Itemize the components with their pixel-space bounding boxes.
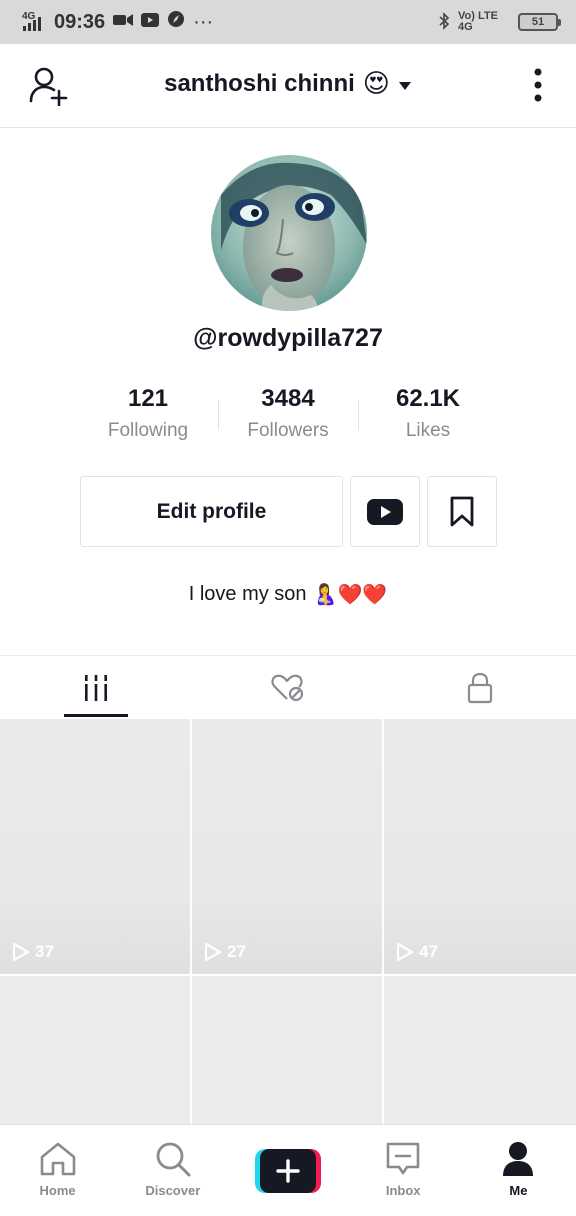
profile-username: @rowdypilla727 [193,324,383,352]
play-icon [396,942,414,962]
youtube-icon [367,498,403,525]
view-count: 37 [12,942,54,962]
caret-down-icon [398,70,412,98]
nav-home[interactable]: Home [0,1125,115,1216]
bookmark-icon [450,496,474,526]
plus-icon [276,1159,300,1183]
nav-me[interactable]: Me [461,1125,576,1216]
video-thumbnail[interactable]: 37 [0,719,190,974]
profile-bio: I love my son 🤱❤️❤️ [0,582,576,607]
profile-header: santhoshi chinni 😍 [0,44,576,128]
youtube-status-icon [141,11,160,33]
view-count-value: 37 [35,942,54,961]
create-button[interactable] [255,1149,321,1193]
view-count: 27 [204,942,246,962]
tab-liked[interactable] [192,656,384,719]
profile-actions: Edit profile [80,476,497,547]
stat-value: 121 [127,385,169,412]
video-thumbnail[interactable] [384,976,576,1126]
lock-icon [467,672,493,703]
play-icon [204,942,222,962]
battery-indicator: 51 [518,13,561,31]
stat-label: Following [107,420,189,441]
video-thumbnail[interactable]: 47 [384,719,576,974]
more-options-button[interactable] [526,66,550,106]
stat-likes[interactable]: 62.1K Likes [358,384,498,454]
status-bar: 4G 09:36 ··· Vo) LTE 4G 51 [0,0,576,44]
view-count-value: 27 [227,942,246,961]
bio-text: I love my son [188,583,307,605]
view-count: 47 [396,942,438,962]
profile-icon [503,1142,534,1176]
nav-inbox[interactable]: Inbox [346,1125,461,1216]
avatar-image [211,155,367,311]
video-camera-icon [113,11,134,33]
nav-label: Me [509,1183,528,1198]
grid-icon [85,674,107,701]
stat-label: Likes [405,420,451,441]
favorites-button[interactable] [427,476,497,547]
compass-status-icon [167,10,185,34]
stat-value: 3484 [261,385,315,412]
nav-label: Home [39,1183,76,1198]
stat-value: 62.1K [395,385,461,412]
play-icon [12,942,30,962]
video-thumbnail[interactable] [192,976,382,1126]
nav-discover[interactable]: Discover [115,1125,230,1216]
vertical-dots-icon [534,68,542,102]
bottom-navigation: Home Discover Inbox Me [0,1124,576,1216]
nav-label: Inbox [385,1183,421,1198]
more-status-dots: ··· [193,10,214,33]
inbox-icon [386,1142,420,1175]
tab-videos[interactable] [0,656,192,719]
account-name: santhoshi chinni [164,69,355,97]
heart-eyes-emoji: 😍 [362,68,390,98]
bluetooth-icon [438,11,450,33]
stat-followers[interactable]: 3484 Followers [218,384,358,454]
video-thumbnail[interactable]: 27 [192,719,382,974]
account-switcher[interactable]: santhoshi chinni 😍 [0,68,576,99]
search-icon [156,1142,191,1177]
network-indicator: 4G [22,10,46,34]
youtube-link-button[interactable] [350,476,420,547]
video-thumbnail[interactable] [0,976,190,1126]
clock: 09:36 [54,10,106,33]
network-type: Vo) LTE 4G [458,10,498,33]
bio-emoji: 🤱❤️❤️ [312,584,388,606]
stat-label: Followers [247,420,329,441]
video-grid: 37 27 47 [0,719,576,1126]
home-icon [40,1142,75,1176]
profile-tabs [0,655,576,719]
edit-profile-button[interactable]: Edit profile [80,476,343,547]
stat-following[interactable]: 121 Following [78,384,218,454]
liked-hidden-icon [271,674,304,701]
nav-create[interactable] [230,1125,345,1216]
active-tab-indicator [64,714,128,717]
nav-label: Discover [145,1183,201,1198]
tab-private[interactable] [384,656,576,719]
view-count-value: 47 [419,942,438,961]
avatar[interactable] [211,155,367,311]
profile-stats: 121 Following 3484 Followers 62.1K Likes [78,384,498,454]
